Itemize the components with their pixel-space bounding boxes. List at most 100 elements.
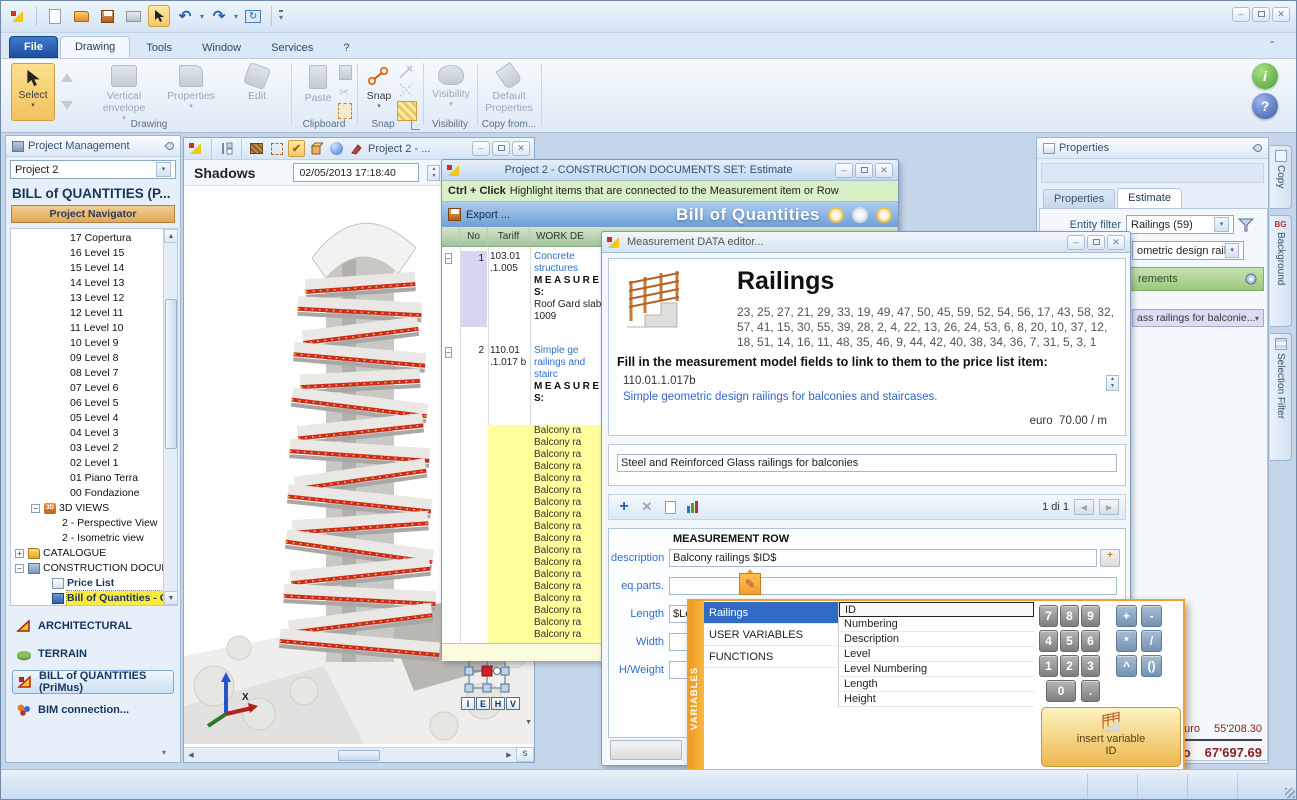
copy-row-icon[interactable]: [661, 498, 679, 516]
scroll-down-icon[interactable]: ▼: [164, 591, 178, 605]
tree-item[interactable]: 12 Level 11: [11, 306, 177, 321]
entity-filter-select[interactable]: Railings (59)▾: [1126, 215, 1234, 234]
maximize-button[interactable]: [1252, 7, 1270, 22]
ribbon-tab[interactable]: Tools: [132, 38, 186, 58]
nav-architectural[interactable]: ARCHITECTURAL: [12, 614, 174, 638]
snap-dialog-launcher-icon[interactable]: [411, 121, 420, 130]
key-4[interactable]: 4: [1039, 630, 1058, 652]
solid-view-icon[interactable]: [308, 140, 325, 157]
row-collapse-icon[interactable]: −: [445, 347, 456, 358]
gear-icon[interactable]: [1243, 271, 1259, 287]
row-description[interactable]: Concrete structures MEASUREMENT S: Roof …: [534, 251, 606, 323]
description-input[interactable]: [669, 549, 1097, 567]
tree-item[interactable]: − CONSTRUCTION DOCUMEN: [11, 561, 177, 576]
tree-item[interactable]: 11 Level 10: [11, 321, 177, 336]
render-sphere-icon[interactable]: [328, 140, 345, 157]
refresh-view-icon[interactable]: ↻: [242, 5, 264, 27]
variable-group-item[interactable]: Railings: [704, 602, 838, 624]
prev-row-icon[interactable]: ◀: [1074, 499, 1094, 515]
tree-item[interactable]: − 3D 3D VIEWS: [11, 501, 177, 516]
expand-description-icon[interactable]: +: [1100, 549, 1120, 567]
edit-button[interactable]: Edit: [229, 63, 285, 102]
tree-expander-icon[interactable]: −: [31, 504, 40, 513]
help-button[interactable]: ?: [1252, 93, 1278, 119]
undo-icon[interactable]: ↶: [174, 5, 196, 27]
shadows-tool-icon[interactable]: ✔: [288, 140, 305, 157]
key-6[interactable]: 6: [1081, 630, 1100, 652]
railings-item-select[interactable]: ass railings for balconie... ▾: [1132, 309, 1264, 327]
print-icon[interactable]: [122, 5, 144, 27]
properties-button[interactable]: Properties▾: [161, 63, 221, 110]
export-button[interactable]: Export ...: [466, 209, 510, 221]
scroll-thumb[interactable]: [165, 299, 177, 449]
tree-item[interactable]: 14 Level 13: [11, 276, 177, 291]
add-row-icon[interactable]: +: [615, 498, 633, 516]
tree-item[interactable]: 02 Level 1: [11, 456, 177, 471]
close-button[interactable]: ✕: [1272, 7, 1290, 22]
tree-expander-icon[interactable]: −: [15, 564, 24, 573]
close-button[interactable]: ✕: [875, 163, 893, 178]
key-multiply[interactable]: *: [1116, 630, 1137, 652]
tree-scrollbar[interactable]: ▲ ▼: [163, 229, 177, 605]
view-button-h[interactable]: H: [491, 697, 505, 710]
collapse-ribbon-icon[interactable]: ˆ: [1270, 39, 1274, 53]
column-no[interactable]: No: [460, 227, 488, 246]
eraser-tool-icon[interactable]: [348, 140, 365, 157]
shadow-datetime-field[interactable]: 02/05/2013 17:18:40: [293, 163, 419, 182]
tree-item[interactable]: 07 Level 6: [11, 381, 177, 396]
tab-estimate[interactable]: Estimate: [1117, 188, 1182, 209]
materials-tool-icon[interactable]: [248, 140, 265, 157]
key-dot[interactable]: .: [1081, 680, 1100, 702]
variable-item[interactable]: Numbering: [839, 617, 1034, 632]
side-tab-selection-filter[interactable]: Selection Filter: [1270, 333, 1292, 461]
nav-terrain[interactable]: TERRAIN: [12, 642, 174, 666]
new-document-icon[interactable]: [44, 5, 66, 27]
close-button[interactable]: ✕: [1107, 235, 1125, 250]
tree-item[interactable]: 05 Level 4: [11, 411, 177, 426]
insert-variable-button[interactable]: insert variable ID: [1041, 707, 1181, 767]
key-1[interactable]: 1: [1039, 655, 1058, 677]
view-button-v[interactable]: V: [506, 697, 520, 710]
minimize-button[interactable]: –: [1067, 235, 1085, 250]
snap-grid-toggle[interactable]: [397, 101, 417, 121]
key-power[interactable]: ^: [1116, 655, 1137, 677]
options-round-icon[interactable]: [876, 207, 892, 223]
tree-item[interactable]: 03 Level 2: [11, 441, 177, 456]
side-tab-copy[interactable]: Copy: [1270, 145, 1292, 209]
view-button-i[interactable]: I: [461, 697, 475, 710]
arrow-down-icon[interactable]: [61, 95, 73, 116]
minimize-button[interactable]: –: [1232, 7, 1250, 22]
variable-item[interactable]: Height: [839, 692, 1034, 707]
tree-item[interactable]: 08 Level 7: [11, 366, 177, 381]
delete-row-icon[interactable]: ✕: [638, 498, 656, 516]
default-properties-button[interactable]: Default Properties: [481, 63, 537, 114]
project-select[interactable]: Project 2 ▾: [10, 160, 176, 179]
minimize-button[interactable]: –: [835, 163, 853, 178]
levels-tool-icon[interactable]: [218, 140, 235, 157]
minimize-button[interactable]: –: [472, 141, 490, 156]
visibility-button[interactable]: Visibility▾: [427, 63, 475, 108]
select-button[interactable]: Select ▾: [11, 63, 55, 121]
variable-item[interactable]: Description: [839, 632, 1034, 647]
tab-properties[interactable]: Properties: [1043, 189, 1115, 208]
tree-item[interactable]: 00 Fondazione: [11, 486, 177, 501]
key-5[interactable]: 5: [1060, 630, 1079, 652]
nav-bim-connection[interactable]: BIM connection...: [12, 698, 174, 722]
tree-item[interactable]: Bill of Quantities - GE: [11, 591, 177, 606]
view-button-e[interactable]: E: [476, 697, 490, 710]
tree-item[interactable]: 06 Level 5: [11, 396, 177, 411]
toolbar-options-icon[interactable]: ▾: [279, 10, 283, 22]
tree-item[interactable]: Price List: [11, 576, 177, 591]
key-7[interactable]: 7: [1039, 605, 1058, 627]
variable-group-item[interactable]: USER VARIABLES: [704, 624, 838, 646]
variable-group-item[interactable]: FUNCTIONS: [704, 646, 838, 668]
canvas-scroll-down-icon[interactable]: ▼: [525, 719, 532, 726]
price-item-select[interactable]: ometric design railin ▾: [1132, 241, 1244, 260]
side-tab-background[interactable]: BG Background: [1270, 215, 1292, 327]
preview-round-icon[interactable]: [828, 207, 844, 223]
maximize-button[interactable]: [492, 141, 510, 156]
row-collapse-icon[interactable]: −: [445, 253, 456, 264]
row-tariff[interactable]: 110.01 .1.017 b: [490, 345, 528, 369]
key-2[interactable]: 2: [1060, 655, 1079, 677]
s-button[interactable]: s: [516, 747, 534, 762]
